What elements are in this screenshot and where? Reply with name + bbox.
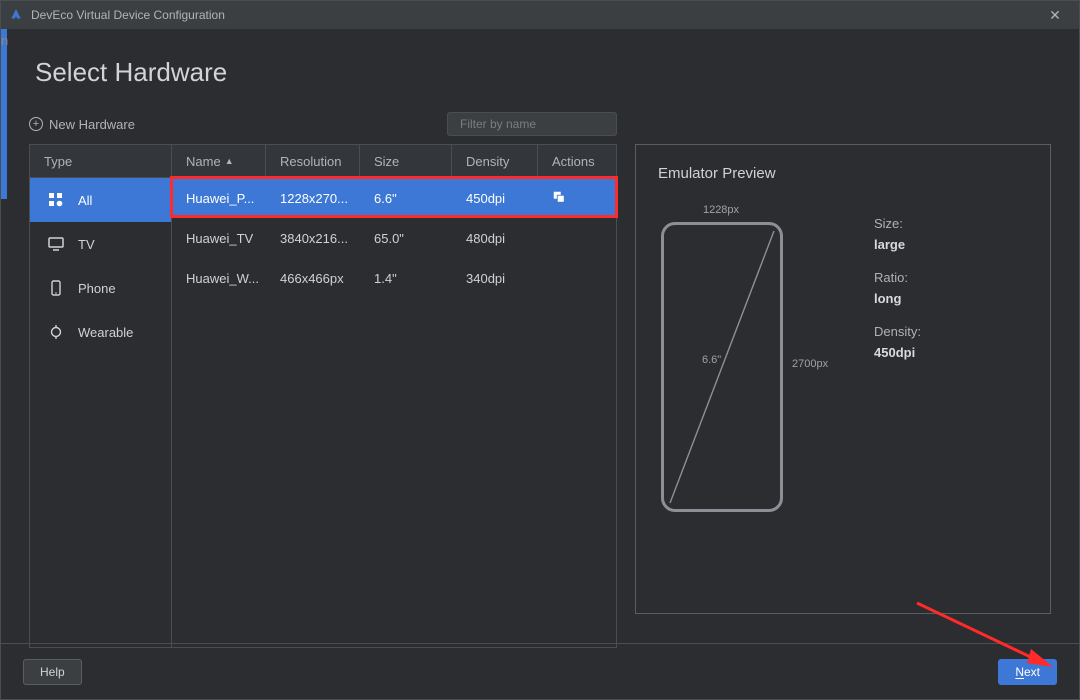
type-label: All — [78, 193, 92, 208]
left-pane: + New Hardware Type All — [29, 112, 617, 648]
size-header[interactable]: Size — [360, 145, 452, 177]
device-resolution: 466x466px — [266, 271, 360, 286]
right-pane: Emulator Preview 1228px 6.6" 2700px Size… — [635, 112, 1051, 648]
device-frame — [661, 222, 783, 512]
name-header[interactable]: Name▲ — [172, 145, 266, 177]
type-list: All TV Phone — [29, 178, 171, 648]
diagonal-label: 6.6" — [702, 354, 721, 366]
device-name: Huawei_W... — [172, 271, 266, 286]
type-label: TV — [78, 237, 95, 252]
density-spec-label: Density: — [874, 324, 921, 339]
device-action[interactable] — [538, 190, 616, 207]
tv-icon — [48, 236, 64, 252]
resolution-header[interactable]: Resolution — [266, 145, 360, 177]
device-resolution: 3840x216... — [266, 231, 360, 246]
device-size: 65.0" — [360, 231, 452, 246]
emulator-preview-panel: Emulator Preview 1228px 6.6" 2700px Size… — [635, 144, 1051, 614]
preview-body: 1228px 6.6" 2700px Size: large Ratio: lo… — [658, 204, 1028, 544]
actions-header[interactable]: Actions — [538, 145, 616, 177]
help-button[interactable]: Help — [23, 659, 82, 685]
type-item-phone[interactable]: Phone — [30, 266, 171, 310]
device-size: 1.4" — [360, 271, 452, 286]
type-label: Phone — [78, 281, 116, 296]
type-label: Wearable — [78, 325, 133, 340]
app-logo-icon — [9, 8, 23, 22]
footer-bar: Help Next — [1, 643, 1079, 699]
type-column-header[interactable]: Type — [29, 144, 171, 178]
device-name: Huawei_TV — [172, 231, 266, 246]
preview-title: Emulator Preview — [658, 165, 1028, 182]
plus-circle-icon: + — [29, 117, 43, 131]
device-resolution: 1228x270... — [266, 191, 360, 206]
preview-specs: Size: large Ratio: long Density: 450dpi — [874, 204, 921, 544]
work-area: + New Hardware Type All — [29, 112, 1051, 648]
ratio-spec-value: long — [874, 291, 921, 306]
device-row[interactable]: Huawei_TV 3840x216... 65.0" 480dpi — [172, 218, 616, 258]
window-title: DevEco Virtual Device Configuration — [31, 8, 1039, 22]
density-spec-value: 450dpi — [874, 345, 921, 360]
page-title: Select Hardware — [35, 57, 1051, 88]
device-row[interactable]: Huawei_P... 1228x270... 6.6" 450dpi — [172, 178, 616, 218]
size-spec-value: large — [874, 237, 921, 252]
titlebar: DevEco Virtual Device Configuration ✕ — [1, 1, 1079, 29]
list-column-headers: Name▲ Resolution Size Density Actions — [171, 144, 617, 178]
toolbar-row: + New Hardware — [29, 112, 617, 136]
next-button[interactable]: Next — [998, 659, 1057, 685]
type-item-tv[interactable]: TV — [30, 222, 171, 266]
ratio-spec-label: Ratio: — [874, 270, 921, 285]
clone-icon — [552, 190, 566, 204]
device-size: 6.6" — [360, 191, 452, 206]
width-label: 1228px — [658, 204, 784, 216]
new-hardware-button[interactable]: + New Hardware — [29, 117, 135, 132]
search-input[interactable] — [460, 117, 615, 131]
grid-header-row: Type All TV P — [29, 144, 617, 648]
device-name: Huawei_P... — [172, 191, 266, 206]
search-box[interactable] — [447, 112, 617, 136]
body-area: Select Hardware + New Hardware Type — [1, 29, 1079, 699]
device-list: Huawei_P... 1228x270... 6.6" 450dpi Huaw… — [171, 178, 617, 648]
sort-asc-icon: ▲ — [225, 156, 234, 166]
density-header[interactable]: Density — [452, 145, 538, 177]
height-label: 2700px — [792, 358, 828, 370]
phone-icon — [48, 280, 64, 296]
device-diagram: 1228px 6.6" 2700px — [658, 204, 848, 544]
device-row[interactable]: Huawei_W... 466x466px 1.4" 340dpi — [172, 258, 616, 298]
watch-icon — [48, 324, 64, 340]
grid-icon — [48, 192, 64, 208]
new-hardware-label: New Hardware — [49, 117, 135, 132]
config-window: n DevEco Virtual Device Configuration ✕ … — [0, 0, 1080, 700]
device-density: 450dpi — [452, 191, 538, 206]
device-density: 480dpi — [452, 231, 538, 246]
close-button[interactable]: ✕ — [1039, 7, 1071, 24]
type-item-wearable[interactable]: Wearable — [30, 310, 171, 354]
type-item-all[interactable]: All — [30, 178, 171, 222]
size-spec-label: Size: — [874, 216, 921, 231]
device-density: 340dpi — [452, 271, 538, 286]
